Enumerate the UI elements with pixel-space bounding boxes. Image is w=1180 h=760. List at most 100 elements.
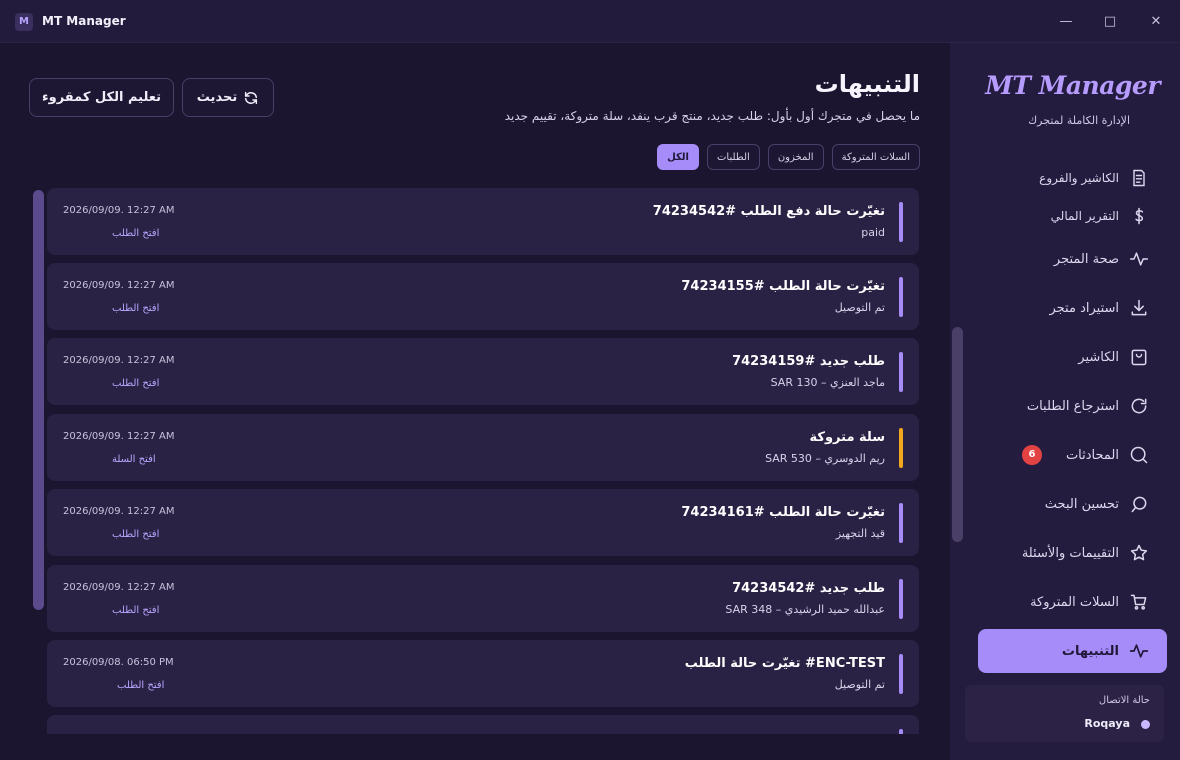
notification-accent-bar [899,277,903,317]
notification-subtitle: قيد التجهيز [835,527,885,540]
sidebar-item-import-store[interactable]: استيراد متجر [978,286,1167,330]
pulse-icon [1129,252,1149,266]
notification-card[interactable]: سلة متروكة SAR 530 – ريم الدوسري 2026/09… [47,414,919,481]
sidebar-item-label: استرجاع الطلبات [1026,398,1119,414]
notification-time: 2026/09/09. 12:27 AM [63,205,175,216]
brand-subtitle: الإدارة الكاملة لمتجرك [1028,114,1130,127]
download-icon [1131,299,1147,316]
notification-list: تغيّرت حالة دفع الطلب #74234542 paid 202… [0,180,950,734]
open-order-link[interactable]: افتح الطلب [112,529,159,540]
mark-all-read-button[interactable]: تعليم الكل كمقروء [29,78,174,117]
notification-subtitle: SAR 130 – ماجد العنزي [770,376,885,389]
notification-accent-bar [899,202,903,242]
sidebar-item-label: الكاشير [1078,349,1119,365]
notification-subtitle: SAR 348 – عبدالله حميد الرشيدي [725,603,885,616]
sidebar-item-label: استيراد متجر [1049,300,1119,316]
notification-accent-bar [899,654,903,694]
filter-tab-inventory[interactable]: المخزون [767,144,824,170]
open-order-link[interactable]: افتح الطلب [112,303,159,314]
list-side-bar [33,190,44,610]
sidebar-item-label: الكاشير والفروع [1039,171,1119,185]
pulse-icon [1129,644,1149,658]
notification-card[interactable]: تغيّرت حالة الطلب #74234161 قيد التجهيز … [47,489,919,556]
sidebar-item-label: التقييمات والأسئلة [1021,545,1119,561]
notification-time: 2026/09/09. 12:27 AM [63,506,175,517]
connection-status-dot-icon [1141,720,1150,729]
open-order-link[interactable]: افتح الطلب [112,378,159,389]
filter-tab-orders[interactable]: الطلبات [707,144,760,170]
receipt-icon [1133,169,1145,187]
open-cart-link[interactable]: افتح السلة [112,454,156,465]
cart-icon [1130,594,1147,610]
notification-card-partial[interactable] [47,715,919,734]
refresh-icon [1131,398,1147,414]
dollar-icon [1135,207,1144,225]
filter-tab-abandoned-carts[interactable]: السلات المتروكة [831,144,920,170]
page-description: ما يحصل في متجرك أول بأول: طلب جديد، منت… [504,109,920,123]
notification-time: 2026/09/08. 06:50 PM [63,657,174,668]
sidebar-item-conversations[interactable]: 6 المحادثات [978,433,1167,477]
maximize-button[interactable]: □ [1095,8,1125,36]
notification-time: 2026/09/09. 12:27 AM [63,431,175,442]
connection-status-title: حالة الاتصال [1098,695,1150,706]
filter-tab-all[interactable]: الكل [657,144,699,170]
notification-card[interactable]: طلب جديد #74234542 SAR 348 – عبدالله حمي… [47,565,919,632]
window-title: MT Manager [42,14,126,28]
sidebar-item-label: تحسين البحث [1044,496,1119,512]
sidebar-item-label: التقرير المالي [1050,209,1119,223]
notification-accent-bar [899,352,903,392]
notification-title: طلب جديد #74234542 [732,581,885,596]
connection-store-name: Roqaya [1084,717,1130,730]
close-button[interactable]: ✕ [1141,8,1171,36]
brand-logo: MT Manager [985,71,1160,100]
connection-status-card: حالة الاتصال Roqaya [965,685,1164,742]
sidebar-item-label: السلات المتروكة [1030,594,1119,610]
sidebar-item-abandoned-carts[interactable]: السلات المتروكة [978,580,1167,624]
open-order-link[interactable]: افتح الطلب [112,605,159,616]
notification-subtitle: تم التوصيل [834,301,885,314]
notification-time: 2026/09/09. 12:27 AM [63,280,175,291]
notification-card[interactable]: تغيّرت حالة دفع الطلب #74234542 paid 202… [47,188,919,255]
sidebar-item-order-returns[interactable]: استرجاع الطلبات [978,384,1167,428]
notification-title: طلب جديد #74234159 [732,354,885,369]
notification-subtitle: تم التوصيل [834,678,885,691]
sidebar-item-financial-report[interactable]: التقرير المالي [978,194,1167,238]
sidebar-item-store-health[interactable]: صحة المتجر [978,237,1167,281]
notification-card[interactable]: طلب جديد #74234159 SAR 130 – ماجد العنزي… [47,338,919,405]
notification-title: تغيّرت حالة الطلب #74234161 [681,505,885,520]
sidebar-item-search-optimization[interactable]: تحسين البحث [978,482,1167,526]
notification-title: تغيّرت حالة الطلب #74234155 [681,279,885,294]
notification-time: 2026/09/09. 12:27 AM [63,355,175,366]
notification-accent-bar [899,503,903,543]
notification-accent-bar [899,729,903,734]
notification-time: 2026/09/09. 12:27 AM [63,582,175,593]
chat-icon [1130,446,1148,464]
search-icon [1131,496,1147,513]
notification-card[interactable]: تغيّرت حالة الطلب #ENC-TEST تم التوصيل 2… [47,640,919,707]
app-logo-icon: M [15,13,33,31]
refresh-icon [245,91,258,104]
filter-tabs: الكل الطلبات المخزون السلات المتروكة [657,144,920,170]
sidebar-item-label: التنبيهات [1061,643,1119,659]
unread-count-badge: 6 [1021,445,1042,465]
sidebar-item-notifications[interactable]: التنبيهات [978,629,1167,673]
notification-subtitle: paid [861,226,885,239]
refresh-button-label: تحديث [196,90,238,105]
notification-title: تغيّرت حالة دفع الطلب #74234542 [652,204,885,219]
notification-subtitle: SAR 530 – ريم الدوسري [765,452,885,465]
title-bar: M MT Manager — □ ✕ [0,0,1180,43]
page-title: التنبيهات [814,70,920,98]
bag-icon [1131,349,1147,366]
notification-accent-bar [899,428,903,468]
notification-card[interactable]: تغيّرت حالة الطلب #74234155 تم التوصيل 2… [47,263,919,330]
open-order-link[interactable]: افتح الطلب [117,680,164,691]
open-order-link[interactable]: افتح الطلب [112,228,159,239]
sidebar-item-cashier[interactable]: الكاشير [978,335,1167,379]
refresh-button[interactable]: تحديث [182,78,274,117]
sidebar-item-label: صحة المتجر [1053,251,1119,267]
sidebar-item-label: المحادثات [1065,447,1119,463]
main-scrollbar[interactable] [952,327,963,542]
sidebar-item-reviews-questions[interactable]: التقييمات والأسئلة [978,531,1167,575]
notification-title: سلة متروكة [809,430,885,445]
minimize-button[interactable]: — [1051,8,1081,36]
